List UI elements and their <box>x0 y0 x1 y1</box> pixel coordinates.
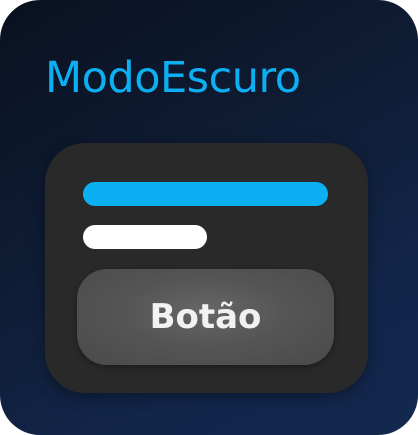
accent-bar <box>83 182 328 206</box>
primary-button[interactable]: Botão <box>77 269 334 365</box>
app-icon-container: ModoEscuro Botão <box>0 0 418 435</box>
preview-card: Botão <box>45 143 368 393</box>
page-title: ModoEscuro <box>45 53 301 103</box>
light-bar <box>83 225 207 249</box>
